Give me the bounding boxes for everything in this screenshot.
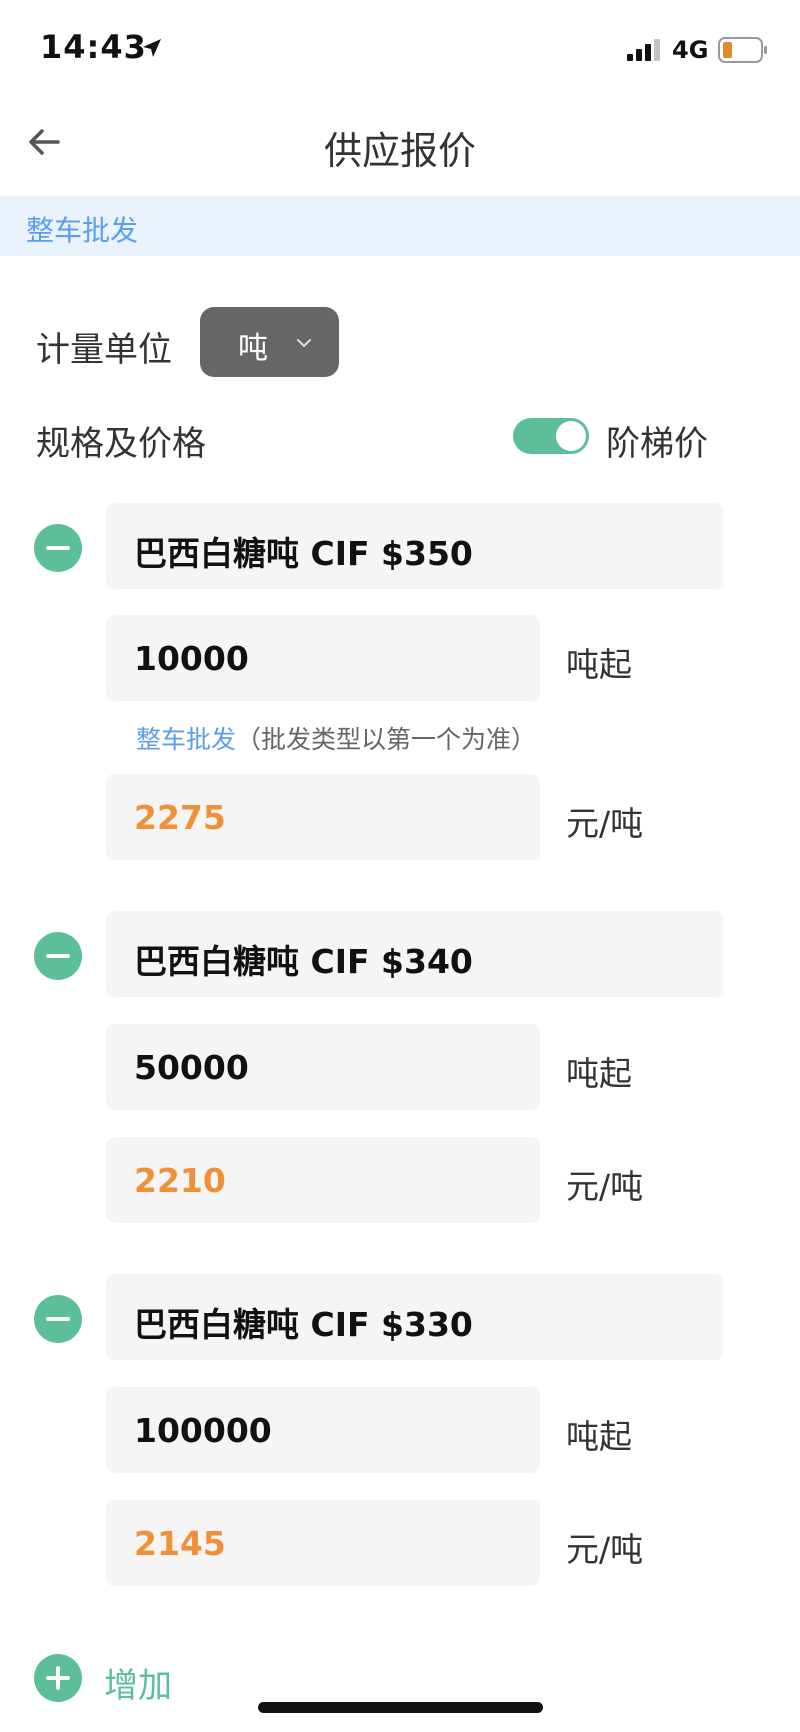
nav-bar: 供应报价	[0, 100, 800, 196]
add-tier-label[interactable]: 增加	[104, 1658, 172, 1707]
price-field[interactable]: 2145	[106, 1500, 540, 1586]
quantity-suffix: 吨起	[566, 1054, 632, 1093]
wholesale-banner: 整车批发	[0, 196, 800, 256]
quantity-field[interactable]: 10000	[106, 615, 540, 701]
quantity-value: 50000	[134, 1048, 249, 1087]
battery-icon	[718, 37, 767, 63]
quantity-field[interactable]: 100000	[106, 1387, 540, 1473]
hint-text: （批发类型以第一个为准）	[236, 725, 537, 754]
location-arrow-icon	[143, 39, 161, 57]
price-suffix: 元/吨	[566, 804, 644, 843]
spec-name-field[interactable]: 巴西白糖吨 CIF $340	[106, 911, 723, 997]
chevron-down-icon	[297, 339, 311, 347]
spec-price-label: 规格及价格	[36, 424, 206, 464]
price-suffix: 元/吨	[566, 1167, 644, 1206]
quantity-value: 10000	[134, 639, 249, 678]
price-value: 2275	[134, 798, 226, 837]
banner-text: 整车批发	[26, 214, 139, 247]
status-bar: 14:43 4G	[0, 0, 800, 100]
remove-tier-button[interactable]	[34, 1295, 82, 1343]
unit-select[interactable]: 吨	[200, 307, 339, 377]
tier-price-toggle[interactable]	[513, 418, 589, 454]
quantity-suffix: 吨起	[566, 645, 632, 684]
remove-tier-button[interactable]	[34, 932, 82, 980]
price-suffix: 元/吨	[566, 1530, 644, 1569]
spec-name-value: 巴西白糖吨 CIF $340	[134, 942, 473, 981]
price-field[interactable]: 2210	[106, 1137, 540, 1223]
network-type: 4G	[672, 36, 709, 64]
spec-name-value: 巴西白糖吨 CIF $330	[134, 1305, 473, 1344]
unit-select-value: 吨	[238, 331, 268, 366]
page-title: 供应报价	[323, 129, 476, 173]
quantity-field[interactable]: 50000	[106, 1024, 540, 1110]
remove-tier-button[interactable]	[34, 524, 82, 572]
wholesale-hint: 整车批发（批发类型以第一个为准）	[136, 720, 536, 756]
tier-price-label: 阶梯价	[606, 424, 708, 464]
price-value: 2210	[134, 1161, 226, 1200]
unit-label: 计量单位	[36, 330, 172, 370]
spec-name-field[interactable]: 巴西白糖吨 CIF $350	[106, 503, 723, 589]
add-tier-button[interactable]	[34, 1654, 82, 1702]
status-time: 14:43	[40, 28, 147, 66]
spec-name-field[interactable]: 巴西白糖吨 CIF $330	[106, 1274, 723, 1360]
spec-name-value: 巴西白糖吨 CIF $350	[134, 534, 473, 573]
home-indicator	[258, 1702, 543, 1713]
toggle-knob	[556, 421, 586, 451]
quantity-value: 100000	[134, 1411, 272, 1450]
price-value: 2145	[134, 1524, 226, 1563]
wholesale-type-link[interactable]: 整车批发	[136, 725, 236, 754]
price-field[interactable]: 2275	[106, 774, 540, 860]
quantity-suffix: 吨起	[566, 1417, 632, 1456]
signal-icon	[627, 39, 660, 61]
